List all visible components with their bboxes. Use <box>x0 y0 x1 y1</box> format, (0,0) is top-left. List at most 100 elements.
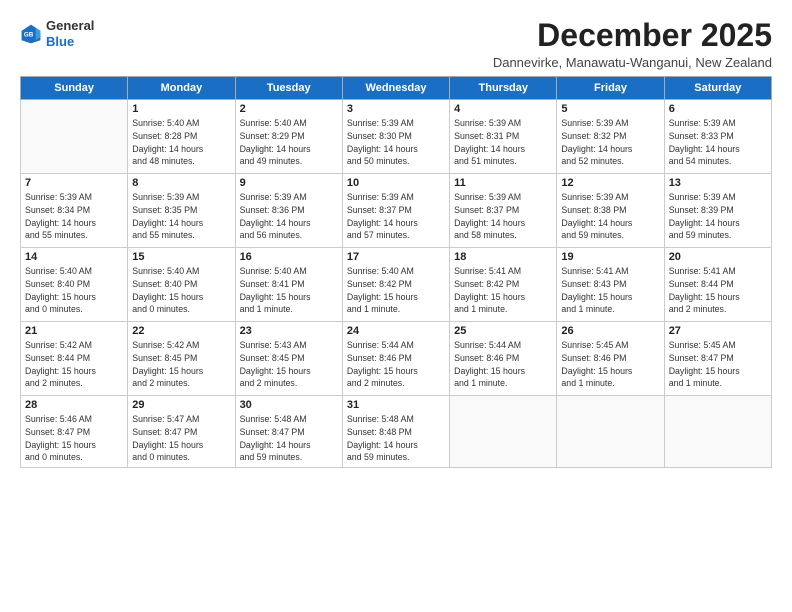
day-number: 29 <box>132 399 230 411</box>
day-info: Sunrise: 5:39 AMSunset: 8:36 PMDaylight:… <box>240 191 338 242</box>
day-number: 21 <box>25 325 123 337</box>
calendar-header-sunday: Sunday <box>21 77 128 100</box>
calendar-cell: 27 Sunrise: 5:45 AMSunset: 8:47 PMDayligh… <box>664 322 771 396</box>
day-number: 17 <box>347 251 445 263</box>
location: Dannevirke, Manawatu-Wanganui, New Zeala… <box>493 55 772 70</box>
calendar-cell: 24Sunrise: 5:44 AMSunset: 8:46 PMDayligh… <box>342 322 449 396</box>
calendar-cell: 1 Sunrise: 5:40 AMSunset: 8:28 PMDaylight… <box>128 100 235 174</box>
day-info: Sunrise: 5:39 AMSunset: 8:39 PMDaylight:… <box>669 191 767 242</box>
logo: GB General Blue <box>20 18 94 49</box>
day-info: Sunrise: 5:44 AMSunset: 8:46 PMDaylight:… <box>347 339 445 390</box>
calendar-cell: 9Sunrise: 5:39 AMSunset: 8:36 PMDaylight… <box>235 174 342 248</box>
calendar-cell: 28Sunrise: 5:46 AMSunset: 8:47 PMDayligh… <box>21 396 128 468</box>
day-info: Sunrise: 5:40 AMSunset: 8:41 PMDaylight:… <box>240 265 338 316</box>
day-info: Sunrise: 5:40 AMSunset: 8:28 PMDaylight:… <box>132 117 230 168</box>
header: GB General Blue December 2025 Dannevirke… <box>20 18 772 70</box>
calendar-cell: 4Sunrise: 5:39 AMSunset: 8:31 PMDaylight… <box>450 100 557 174</box>
day-number: 12 <box>561 177 659 189</box>
calendar-week-5: 28Sunrise: 5:46 AMSunset: 8:47 PMDayligh… <box>21 396 772 468</box>
calendar-cell: 16 Sunrise: 5:40 AMSunset: 8:41 PMDayligh… <box>235 248 342 322</box>
title-block: December 2025 Dannevirke, Manawatu-Wanga… <box>493 18 772 70</box>
calendar-header-monday: Monday <box>128 77 235 100</box>
day-number: 8 <box>132 177 230 189</box>
day-number: 7 <box>25 177 123 189</box>
day-info: Sunrise: 5:41 AMSunset: 8:42 PMDaylight:… <box>454 265 552 316</box>
calendar-header-tuesday: Tuesday <box>235 77 342 100</box>
calendar-header-row: SundayMondayTuesdayWednesdayThursdayFrid… <box>21 77 772 100</box>
calendar-cell: 26Sunrise: 5:45 AMSunset: 8:46 PMDayligh… <box>557 322 664 396</box>
day-info: Sunrise: 5:43 AMSunset: 8:45 PMDaylight:… <box>240 339 338 390</box>
calendar-week-2: 7Sunrise: 5:39 AMSunset: 8:34 PMDaylight… <box>21 174 772 248</box>
day-info: Sunrise: 5:47 AMSunset: 8:47 PMDaylight:… <box>132 413 230 464</box>
day-number: 14 <box>25 251 123 263</box>
day-info: Sunrise: 5:39 AMSunset: 8:37 PMDaylight:… <box>454 191 552 242</box>
day-number: 23 <box>240 325 338 337</box>
logo-general: General <box>46 18 94 34</box>
calendar-cell: 5Sunrise: 5:39 AMSunset: 8:32 PMDaylight… <box>557 100 664 174</box>
calendar-table: SundayMondayTuesdayWednesdayThursdayFrid… <box>20 76 772 468</box>
day-info: Sunrise: 5:41 AMSunset: 8:44 PMDaylight:… <box>669 265 767 316</box>
page: GB General Blue December 2025 Dannevirke… <box>0 0 792 612</box>
calendar-cell: 6 Sunrise: 5:39 AMSunset: 8:33 PMDaylight… <box>664 100 771 174</box>
day-number: 20 <box>669 251 767 263</box>
logo-text: General Blue <box>46 18 94 49</box>
calendar-cell: 30Sunrise: 5:48 AMSunset: 8:47 PMDayligh… <box>235 396 342 468</box>
day-info: Sunrise: 5:39 AMSunset: 8:32 PMDaylight:… <box>561 117 659 168</box>
calendar-header-wednesday: Wednesday <box>342 77 449 100</box>
calendar-cell: 29 Sunrise: 5:47 AMSunset: 8:47 PMDayligh… <box>128 396 235 468</box>
day-info: Sunrise: 5:40 AMSunset: 8:29 PMDaylight:… <box>240 117 338 168</box>
day-number: 4 <box>454 103 552 115</box>
logo-blue: Blue <box>46 34 94 50</box>
day-info: Sunrise: 5:40 AMSunset: 8:40 PMDaylight:… <box>25 265 123 316</box>
calendar-cell: 2 Sunrise: 5:40 AMSunset: 8:29 PMDaylight… <box>235 100 342 174</box>
day-info: Sunrise: 5:39 AMSunset: 8:38 PMDaylight:… <box>561 191 659 242</box>
calendar-cell: 17Sunrise: 5:40 AMSunset: 8:42 PMDayligh… <box>342 248 449 322</box>
calendar-cell: 25 Sunrise: 5:44 AMSunset: 8:46 PMDayligh… <box>450 322 557 396</box>
day-number: 16 <box>240 251 338 263</box>
day-number: 10 <box>347 177 445 189</box>
calendar-cell: 31 Sunrise: 5:48 AMSunset: 8:48 PMDayligh… <box>342 396 449 468</box>
day-number: 13 <box>669 177 767 189</box>
day-number: 1 <box>132 103 230 115</box>
day-number: 31 <box>347 399 445 411</box>
day-number: 2 <box>240 103 338 115</box>
calendar-header-saturday: Saturday <box>664 77 771 100</box>
calendar-cell: 13 Sunrise: 5:39 AMSunset: 8:39 PMDayligh… <box>664 174 771 248</box>
day-number: 3 <box>347 103 445 115</box>
calendar-cell <box>557 396 664 468</box>
day-number: 22 <box>132 325 230 337</box>
calendar-cell: 14 Sunrise: 5:40 AMSunset: 8:40 PMDayligh… <box>21 248 128 322</box>
calendar-header-friday: Friday <box>557 77 664 100</box>
day-info: Sunrise: 5:48 AMSunset: 8:47 PMDaylight:… <box>240 413 338 464</box>
calendar-cell: 11 Sunrise: 5:39 AMSunset: 8:37 PMDayligh… <box>450 174 557 248</box>
day-info: Sunrise: 5:39 AMSunset: 8:35 PMDaylight:… <box>132 191 230 242</box>
day-number: 11 <box>454 177 552 189</box>
calendar-cell <box>450 396 557 468</box>
calendar-cell: 21 Sunrise: 5:42 AMSunset: 8:44 PMDayligh… <box>21 322 128 396</box>
day-info: Sunrise: 5:48 AMSunset: 8:48 PMDaylight:… <box>347 413 445 464</box>
svg-text:GB: GB <box>24 31 34 38</box>
calendar-cell: 15Sunrise: 5:40 AMSunset: 8:40 PMDayligh… <box>128 248 235 322</box>
day-info: Sunrise: 5:45 AMSunset: 8:47 PMDaylight:… <box>669 339 767 390</box>
calendar-cell: 10 Sunrise: 5:39 AMSunset: 8:37 PMDayligh… <box>342 174 449 248</box>
calendar-week-4: 21 Sunrise: 5:42 AMSunset: 8:44 PMDayligh… <box>21 322 772 396</box>
day-info: Sunrise: 5:39 AMSunset: 8:33 PMDaylight:… <box>669 117 767 168</box>
day-number: 25 <box>454 325 552 337</box>
calendar-cell <box>21 100 128 174</box>
day-info: Sunrise: 5:44 AMSunset: 8:46 PMDaylight:… <box>454 339 552 390</box>
day-info: Sunrise: 5:39 AMSunset: 8:30 PMDaylight:… <box>347 117 445 168</box>
day-number: 27 <box>669 325 767 337</box>
calendar-cell: 12 Sunrise: 5:39 AMSunset: 8:38 PMDayligh… <box>557 174 664 248</box>
day-info: Sunrise: 5:39 AMSunset: 8:37 PMDaylight:… <box>347 191 445 242</box>
calendar-cell: 23 Sunrise: 5:43 AMSunset: 8:45 PMDayligh… <box>235 322 342 396</box>
calendar-cell: 18 Sunrise: 5:41 AMSunset: 8:42 PMDayligh… <box>450 248 557 322</box>
day-number: 6 <box>669 103 767 115</box>
calendar-cell: 22Sunrise: 5:42 AMSunset: 8:45 PMDayligh… <box>128 322 235 396</box>
day-info: Sunrise: 5:42 AMSunset: 8:44 PMDaylight:… <box>25 339 123 390</box>
day-number: 18 <box>454 251 552 263</box>
day-info: Sunrise: 5:40 AMSunset: 8:40 PMDaylight:… <box>132 265 230 316</box>
day-number: 19 <box>561 251 659 263</box>
calendar-cell: 3 Sunrise: 5:39 AMSunset: 8:30 PMDaylight… <box>342 100 449 174</box>
calendar-week-1: 1 Sunrise: 5:40 AMSunset: 8:28 PMDaylight… <box>21 100 772 174</box>
calendar-cell: 7Sunrise: 5:39 AMSunset: 8:34 PMDaylight… <box>21 174 128 248</box>
